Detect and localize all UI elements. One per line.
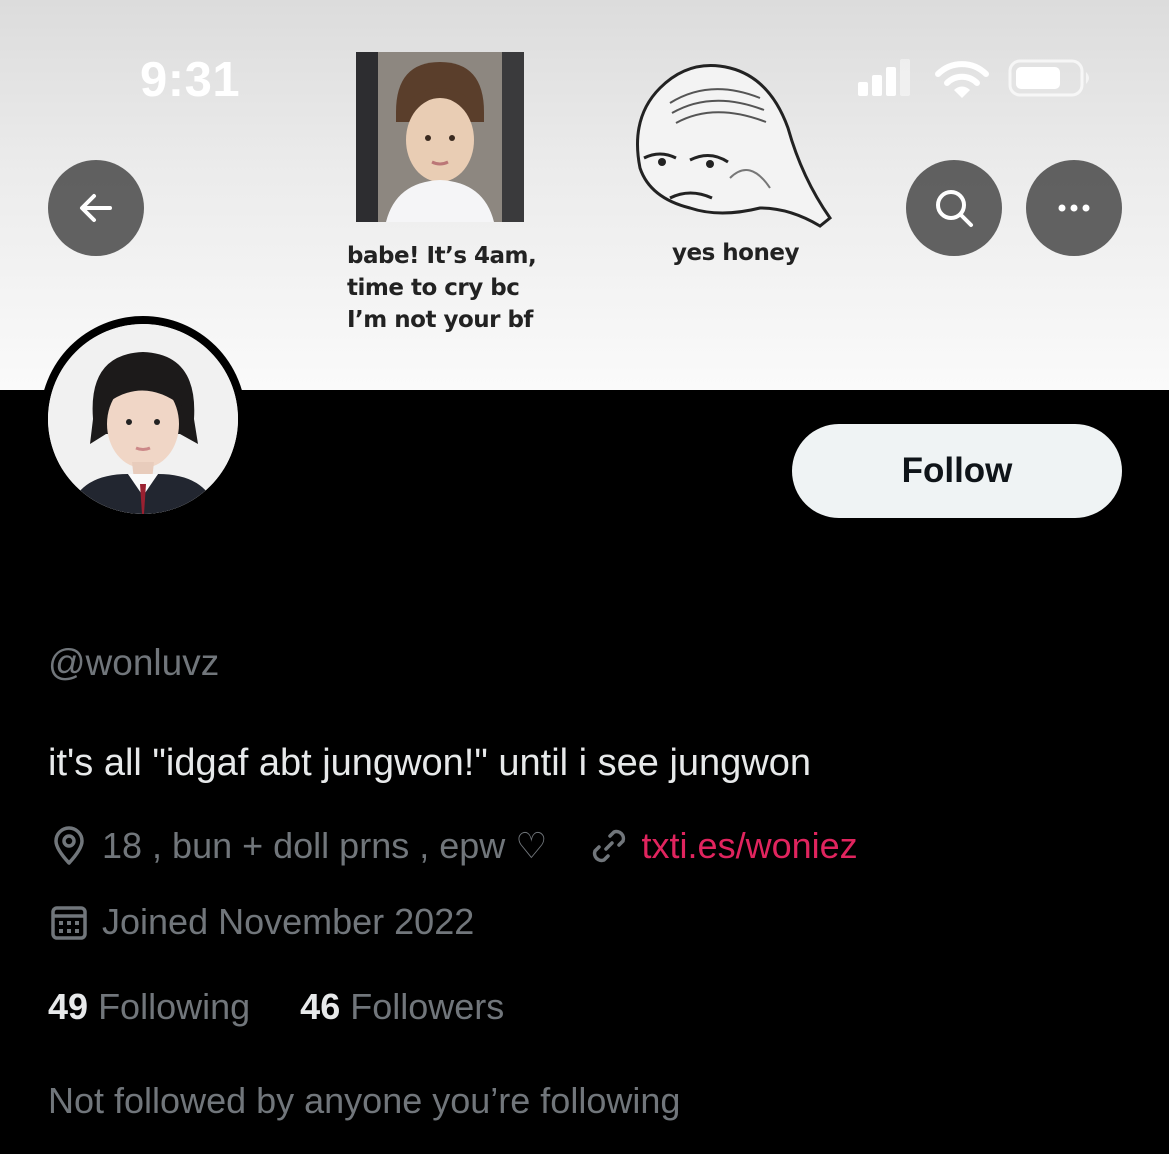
search-icon: [936, 190, 973, 227]
wifi-icon: [935, 61, 989, 98]
link-icon: [592, 829, 625, 863]
followers-link[interactable]: 46 Followers: [300, 986, 504, 1027]
calendar-icon: [51, 906, 87, 940]
location-pin-icon: [54, 826, 84, 865]
following-label: Following: [98, 986, 251, 1027]
avatar-image: [48, 324, 238, 514]
profile-joined-date: Joined November 2022: [102, 901, 475, 942]
profile-website-link[interactable]: txti.es/woniez: [642, 825, 858, 867]
followers-count: 46: [300, 986, 341, 1027]
following-count: 49: [48, 986, 89, 1027]
followed-by-note: Not followed by anyone you’re following: [48, 1080, 681, 1121]
arrow-left-icon: [80, 194, 112, 222]
profile-joined-row: Joined November 2022: [48, 900, 474, 944]
profile-stats: 49 Following 46 Followers: [48, 986, 504, 1028]
battery-icon: [1008, 59, 1089, 97]
profile-location: 18 , bun + doll prns , epw ♡: [102, 825, 548, 866]
followers-label: Followers: [350, 986, 505, 1027]
avatar[interactable]: [40, 316, 246, 522]
follow-button[interactable]: Follow: [792, 424, 1122, 518]
banner-caption-left: babe! It’s 4am, time to cry bc I’m not y…: [347, 243, 537, 333]
banner-meme-photo: [356, 52, 524, 222]
back-button[interactable]: [48, 160, 144, 256]
profile-meta-row: 18 , bun + doll prns , epw ♡ txti.es/won…: [48, 824, 858, 868]
status-bar-time: 9:31: [140, 53, 241, 107]
profile-handle: @wonluvz: [48, 642, 220, 683]
more-horizontal-icon: [1058, 204, 1090, 212]
person-photo-icon: [356, 52, 524, 222]
more-options-button[interactable]: [1026, 160, 1122, 256]
banner-caption-right: yes honey: [672, 240, 799, 266]
avatar-photo-icon: [48, 324, 238, 514]
wojak-drawing-icon: [636, 64, 833, 228]
profile-page: 9:31 babe! It’s 4am, time to cry bc I’m …: [0, 0, 1169, 1154]
following-link[interactable]: 49 Following: [48, 986, 260, 1027]
profile-bio: it's all "idgaf abt jungwon!" until i se…: [48, 742, 812, 784]
search-button[interactable]: [906, 160, 1002, 256]
cellular-signal-icon: [858, 59, 910, 96]
